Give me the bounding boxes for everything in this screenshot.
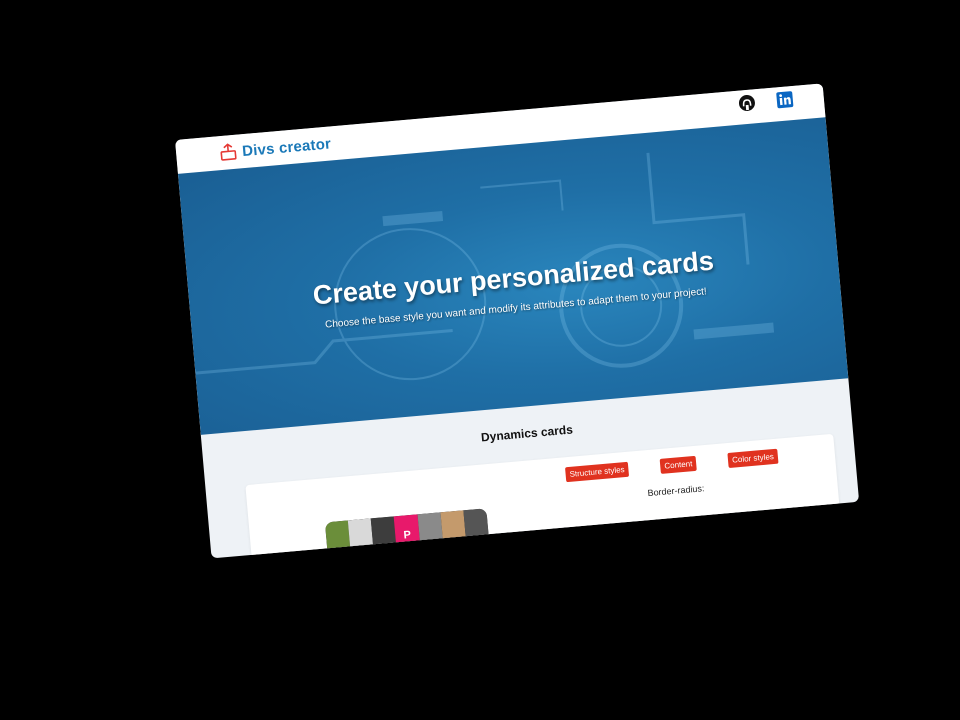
photo-tile xyxy=(347,518,375,559)
linkedin-icon[interactable] xyxy=(775,90,795,110)
hero-banner: Create your personalized cards Choose th… xyxy=(177,117,849,435)
github-icon[interactable] xyxy=(737,93,757,113)
photo-tile xyxy=(463,508,490,551)
photo-tile xyxy=(371,516,398,559)
photo-tile xyxy=(417,512,444,555)
brand-name: Divs creator xyxy=(241,134,332,160)
tab-structure-styles[interactable]: Structure styles xyxy=(565,461,630,483)
screen: Divs creator Create your personalized ca… xyxy=(0,0,960,720)
tab-color-styles[interactable]: Color styles xyxy=(727,448,779,468)
social-links xyxy=(737,90,794,113)
pinterest-icon: P xyxy=(403,528,412,542)
editor-tabs: Structure styles Content Color styles xyxy=(565,448,779,483)
monitor-logo-icon xyxy=(220,143,238,162)
brand-link[interactable]: Divs creator xyxy=(220,134,332,162)
card-preview-image: P xyxy=(324,508,490,559)
pinterest-tile: P xyxy=(394,514,421,557)
browser-window: Divs creator Create your personalized ca… xyxy=(175,83,860,559)
tab-content[interactable]: Content xyxy=(659,455,697,474)
border-radius-label: Border-radius: xyxy=(647,483,705,499)
photo-tile xyxy=(440,510,467,553)
